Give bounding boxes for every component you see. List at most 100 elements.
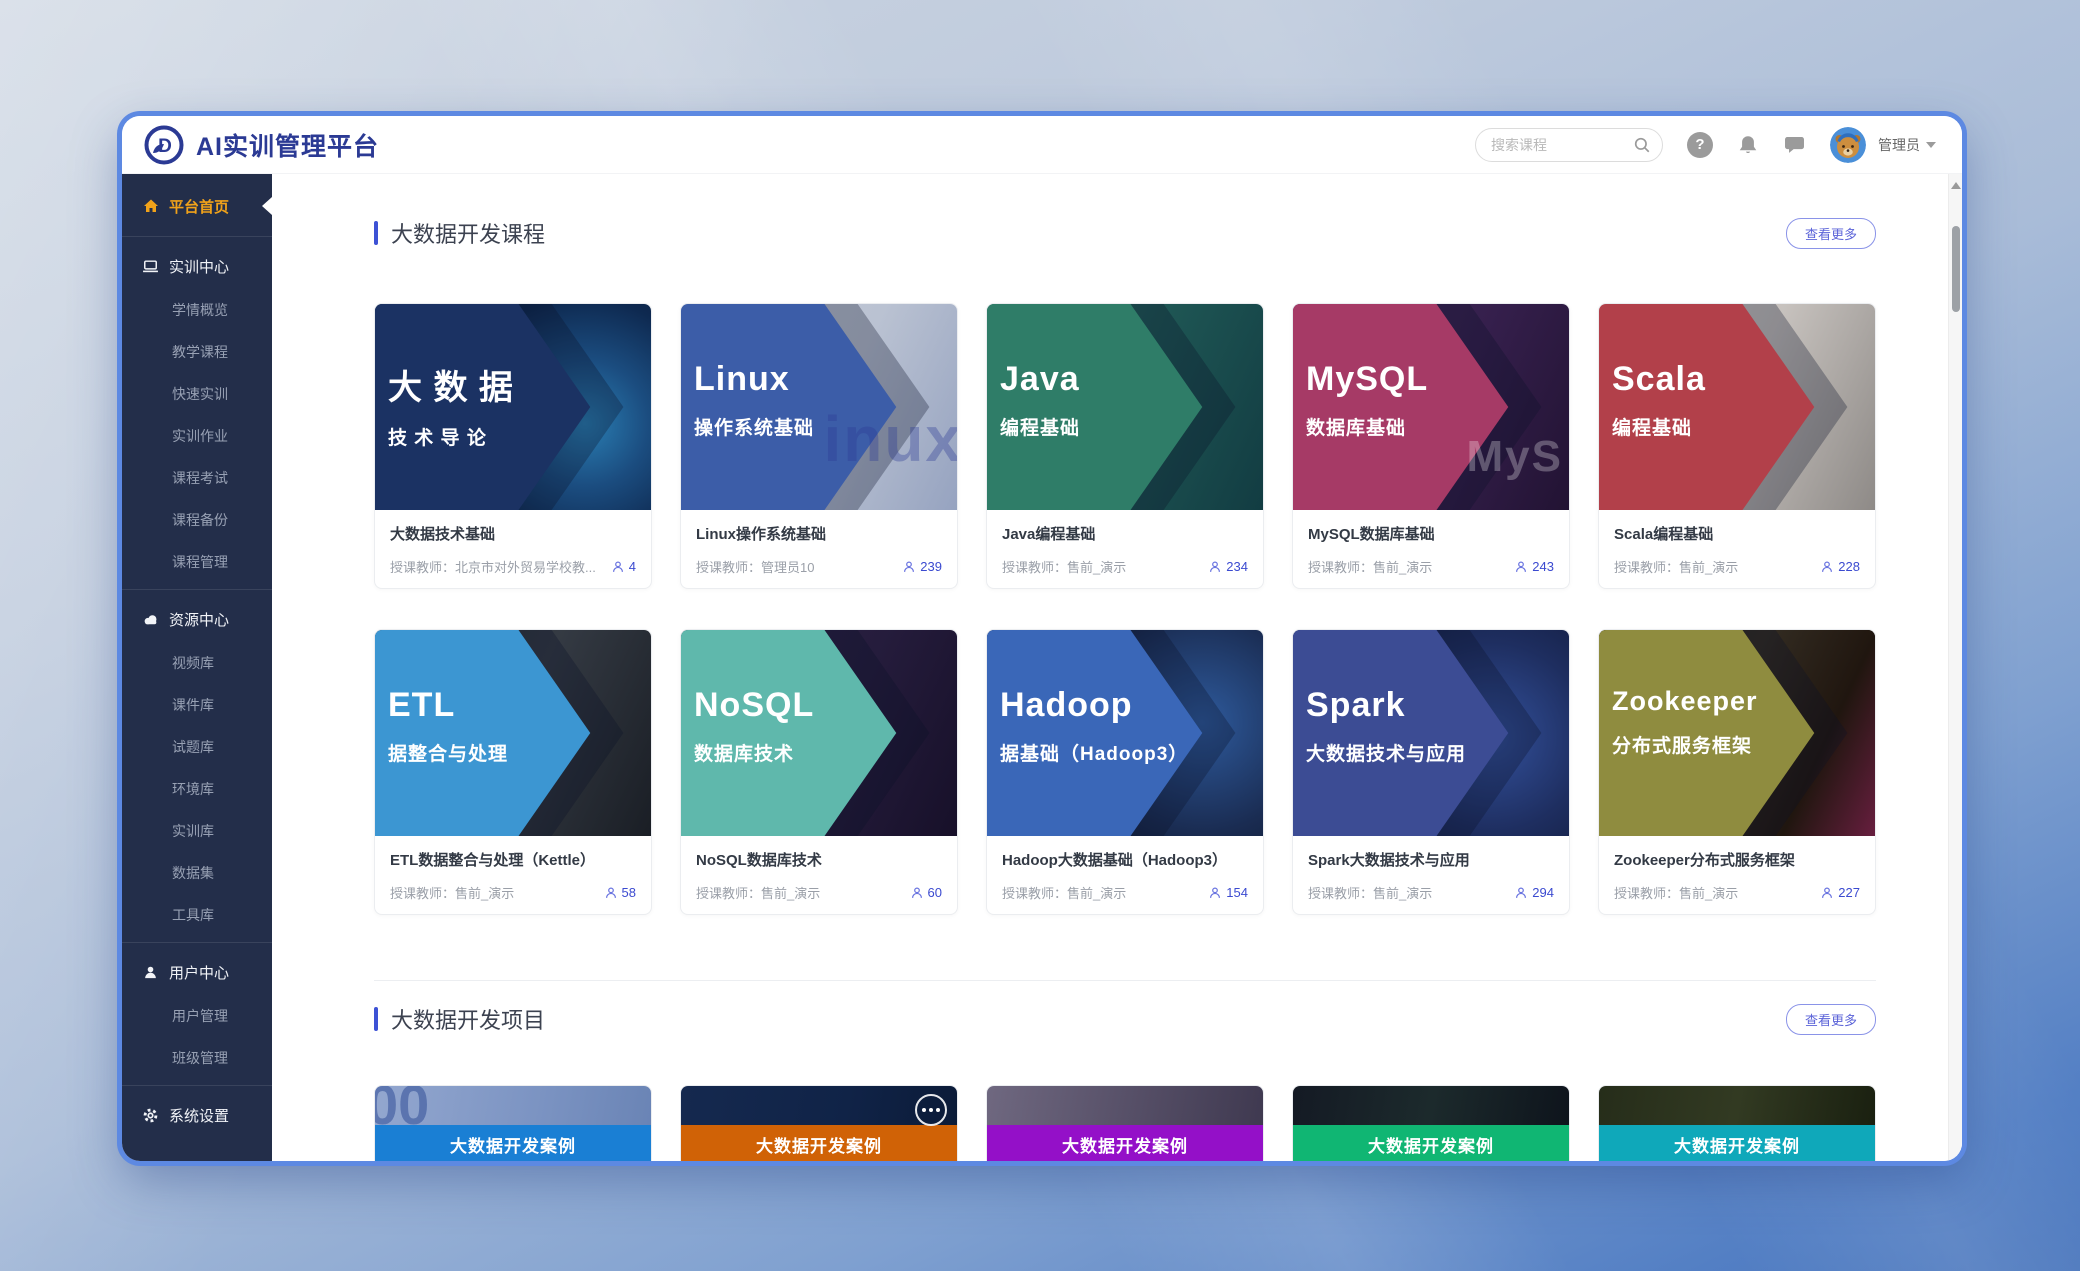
enrolled-count: 234	[1226, 559, 1248, 574]
case-banner: 大数据开发案例	[681, 1125, 957, 1161]
cover-subtitle: 分布式服务框架	[1612, 731, 1758, 758]
enrolled-icon	[611, 560, 625, 574]
course-name: Linux操作系统基础	[696, 523, 942, 544]
username: 管理员	[1878, 135, 1920, 155]
course-teacher: 授课教师：售前_演示	[1002, 883, 1200, 902]
sidebar-item[interactable]: 视频库	[122, 642, 272, 684]
section-title: 大数据开发课程	[391, 217, 545, 249]
sidebar-item[interactable]: 课程考试	[122, 457, 272, 499]
course-name: Spark大数据技术与应用	[1308, 849, 1554, 870]
course-card[interactable]: Zookeeper 分布式服务框架 Zookeeper分布式服务框架 授课教师：…	[1598, 629, 1876, 915]
enrolled-count: 228	[1838, 559, 1860, 574]
view-more-button[interactable]: 查看更多	[1786, 1004, 1876, 1035]
sidebar-item[interactable]: 工具库	[122, 894, 272, 936]
project-card[interactable]: 大数据开发案例	[986, 1085, 1264, 1161]
enrolled-count: 58	[622, 885, 636, 900]
sidebar-item[interactable]: 课程管理	[122, 541, 272, 583]
course-grid: 大 数 据 技 术 导 论 大数据技术基础 授课教师：北京市对外贸易学校教...…	[374, 303, 1876, 915]
scrollbar[interactable]	[1948, 174, 1962, 1161]
project-card[interactable]: 大数据开发案例	[1292, 1085, 1570, 1161]
notifications-bell-icon[interactable]	[1737, 134, 1759, 156]
course-card[interactable]: 大 数 据 技 术 导 论 大数据技术基础 授课教师：北京市对外贸易学校教...…	[374, 303, 652, 589]
enrolled-icon	[1820, 886, 1834, 900]
sidebar-section-users[interactable]: 用户中心	[122, 949, 272, 995]
sidebar-item[interactable]: 环境库	[122, 768, 272, 810]
course-card[interactable]: MyS MySQL 数据库基础 MySQL数据库基础 授课教师：售前_演示	[1292, 303, 1570, 589]
cover-subtitle: 据基础（Hadoop3）	[1000, 739, 1188, 766]
project-card[interactable]: 00 大数据开发案例	[374, 1085, 652, 1161]
cover-title: Hadoop	[1000, 686, 1188, 725]
app-logo-icon: D	[144, 125, 184, 165]
cover-watermark: 00	[374, 1085, 429, 1137]
project-card[interactable]: 大数据开发案例	[680, 1085, 958, 1161]
course-card[interactable]: Java 编程基础 Java编程基础 授课教师：售前_演示 234	[986, 303, 1264, 589]
divider	[122, 1085, 272, 1086]
scroll-up-arrow[interactable]	[1951, 182, 1961, 189]
app-title: AI实训管理平台	[196, 127, 379, 163]
cover-subtitle: 据整合与处理	[388, 739, 508, 766]
sidebar-item[interactable]: 实训库	[122, 810, 272, 852]
cover-title: 大 数 据	[388, 360, 514, 409]
course-name: MySQL数据库基础	[1308, 523, 1554, 544]
help-icon[interactable]: ?	[1687, 132, 1713, 158]
sidebar-section-training[interactable]: 实训中心	[122, 243, 272, 289]
sidebar-item[interactable]: 教学课程	[122, 331, 272, 373]
sidebar-item[interactable]: 快速实训	[122, 373, 272, 415]
enrolled-count: 239	[920, 559, 942, 574]
course-card[interactable]: Spark 大数据技术与应用 Spark大数据技术与应用 授课教师：售前_演示 …	[1292, 629, 1570, 915]
course-name: Scala编程基础	[1614, 523, 1860, 544]
search-icon[interactable]	[1633, 136, 1651, 154]
sidebar-section-resources[interactable]: 资源中心	[122, 596, 272, 642]
scrollbar-thumb[interactable]	[1952, 226, 1960, 312]
divider	[122, 236, 272, 237]
sidebar-item[interactable]: 数据集	[122, 852, 272, 894]
sidebar: 平台首页 实训中心 学情概览 教学课程 快速实训 实训作业 课程考试 课程备份 …	[122, 174, 272, 1161]
course-card[interactable]: NoSQL 数据库技术 NoSQL数据库技术 授课教师：售前_演示 60	[680, 629, 958, 915]
enrolled-count: 4	[629, 559, 636, 574]
section-divider	[374, 980, 1876, 981]
sidebar-item[interactable]: 用户管理	[122, 995, 272, 1037]
avatar[interactable]	[1830, 127, 1866, 163]
course-card[interactable]: ETL 据整合与处理 ETL数据整合与处理（Kettle） 授课教师：售前_演示…	[374, 629, 652, 915]
messages-chat-icon[interactable]	[1783, 133, 1806, 156]
user-menu[interactable]: 管理员	[1878, 135, 1936, 155]
cover-title: Spark	[1306, 686, 1466, 725]
course-name: ETL数据整合与处理（Kettle）	[390, 849, 636, 870]
enrolled-icon	[910, 886, 924, 900]
course-teacher: 授课教师：管理员10	[696, 557, 894, 576]
divider	[122, 942, 272, 943]
sidebar-item-home[interactable]: 平台首页	[122, 182, 272, 230]
view-more-button[interactable]: 查看更多	[1786, 218, 1876, 249]
course-card[interactable]: inux Linux 操作系统基础 Linux操作系统基础 授课教师：管理员10	[680, 303, 958, 589]
course-name: 大数据技术基础	[390, 523, 636, 544]
sidebar-item[interactable]: 实训作业	[122, 415, 272, 457]
cover-title: Linux	[694, 360, 814, 399]
enrolled-icon	[1208, 560, 1222, 574]
sidebar-section-settings[interactable]: 系统设置	[122, 1092, 272, 1138]
sidebar-item[interactable]: 课件库	[122, 684, 272, 726]
sidebar-item[interactable]: 试题库	[122, 726, 272, 768]
course-card[interactable]: Hadoop 据基础（Hadoop3） Hadoop大数据基础（Hadoop3）…	[986, 629, 1264, 915]
cover-subtitle: 技 术 导 论	[388, 423, 514, 450]
gear-icon	[142, 1107, 159, 1124]
course-name: Java编程基础	[1002, 523, 1248, 544]
cover-subtitle: 数据库技术	[694, 739, 814, 766]
project-card[interactable]: 大数据开发案例	[1598, 1085, 1876, 1161]
sidebar-item[interactable]: 班级管理	[122, 1037, 272, 1079]
course-name: Hadoop大数据基础（Hadoop3）	[1002, 849, 1248, 870]
cover-subtitle: 数据库基础	[1306, 413, 1428, 440]
sidebar-item[interactable]: 学情概览	[122, 289, 272, 331]
enrolled-icon	[1820, 560, 1834, 574]
laptop-icon	[142, 258, 159, 275]
cover-subtitle: 编程基础	[1612, 413, 1706, 440]
enrolled-icon	[1208, 886, 1222, 900]
sidebar-item[interactable]: 课程备份	[122, 499, 272, 541]
app-window: D AI实训管理平台 ?	[122, 116, 1962, 1161]
chevron-down-icon	[1926, 142, 1936, 148]
ellipsis-icon	[915, 1094, 947, 1126]
course-card[interactable]: Scala 编程基础 Scala编程基础 授课教师：售前_演示 228	[1598, 303, 1876, 589]
cover-subtitle: 大数据技术与应用	[1306, 739, 1466, 766]
main-content: 大数据开发课程 查看更多 大 数 据 技 术 导 论 大数据技术基础	[272, 174, 1962, 1161]
case-banner: 大数据开发案例	[987, 1125, 1263, 1161]
course-teacher: 授课教师：售前_演示	[696, 883, 902, 902]
